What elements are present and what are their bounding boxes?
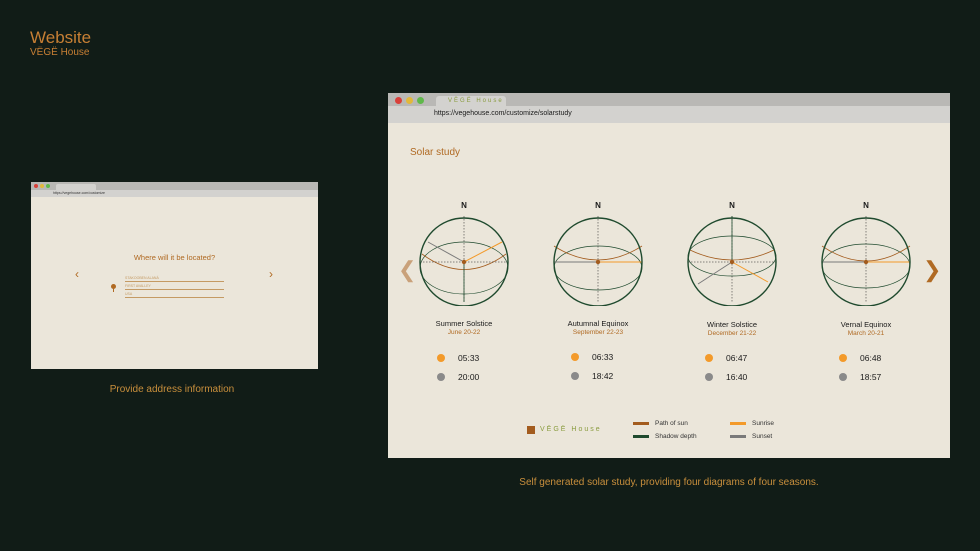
chevron-left-icon[interactable]: ‹ [75,267,79,281]
location-question: Where will it be located? [133,253,216,262]
solar-caption: Self generated solar study, providing fo… [519,477,819,488]
sunset-dot-icon [839,373,847,381]
legend-label: Sunset [752,433,773,440]
chevron-left-icon[interactable]: ❮ [398,257,416,283]
city-field[interactable]: FIRST AVALLEY [125,282,224,290]
legend-label: Shadow depth [655,433,697,440]
maximize-dot-icon[interactable] [417,97,424,104]
sunrise-time: 06:33 [592,352,614,362]
close-dot-icon[interactable] [34,184,38,188]
country-field[interactable]: USA [125,290,224,298]
season-date: September 22-23 [572,329,624,336]
sunrise-dot-icon [839,354,847,362]
winter-sun-diagram: N [684,198,780,308]
address-caption: Provide address information [109,384,235,395]
page-subtitle: VËGË House [30,47,90,58]
sunset-dot-icon [705,373,713,381]
legend-label: Sunrise [752,420,775,427]
minimize-dot-icon[interactable] [406,97,413,104]
sunrise-time: 06:47 [726,353,748,363]
season-date: June 20-22 [447,329,481,336]
legend-swatch-shadow [633,435,649,438]
vernal-sun-diagram: N [818,198,914,308]
summer-sun-diagram: N [416,198,512,308]
north-label: N [863,201,869,210]
season-name: Summer Solstice [435,319,493,328]
sunset-dot-icon [571,372,579,380]
season-date: December 21-22 [707,330,757,337]
season-name: Autumnal Equinox [567,319,629,328]
minimize-dot-icon[interactable] [40,184,44,188]
season-name: Vernal Equinox [840,320,892,329]
season-date: March 20-21 [847,330,885,337]
sunset-time: 18:57 [860,372,882,382]
north-label: N [461,201,467,210]
address-browser-window: https://vegehouse.com/customize Where wi… [31,182,318,369]
maximize-dot-icon[interactable] [46,184,50,188]
sun-path-svg [821,216,911,306]
solar-study-heading: Solar study [410,147,461,158]
season-name: Winter Solstice [706,320,757,329]
map-pin-stem [113,288,114,292]
street-field[interactable]: STAKOOBEN ALANÁ [125,274,224,282]
sunrise-dot-icon [705,354,713,362]
sunrise-dot-icon [571,353,579,361]
sunset-time: 18:42 [592,371,614,381]
sun-path-svg [419,216,509,306]
legend-swatch-sunset [730,435,746,438]
north-label: N [729,201,735,210]
chevron-right-icon[interactable]: ❯ [923,257,941,283]
sunset-time: 16:40 [726,372,748,382]
legend-label: Path of sun [655,420,688,427]
sunrise-dot-icon [437,354,445,362]
close-dot-icon[interactable] [395,97,402,104]
sunset-time: 20:00 [458,372,480,382]
sunrise-time: 06:48 [860,353,882,363]
brand-logo-icon [527,426,535,434]
chevron-right-icon[interactable]: › [269,267,273,281]
address-url: https://vegehouse.com/customize/solarstu… [434,110,572,117]
address-url: https://vegehouse.com/customize [53,191,105,195]
page-title: Website [30,28,92,47]
autumnal-sun-diagram: N [550,198,646,308]
sunrise-time: 05:33 [458,353,480,363]
sun-path-svg [553,216,643,306]
solar-browser-window: VËGË House https://vegehouse.com/customi… [388,93,950,458]
sun-path-svg [687,216,777,306]
brand-name: VËGË House [540,426,602,433]
sunset-dot-icon [437,373,445,381]
legend-swatch-path [633,422,649,425]
north-label: N [595,201,601,210]
legend-swatch-sunrise [730,422,746,425]
